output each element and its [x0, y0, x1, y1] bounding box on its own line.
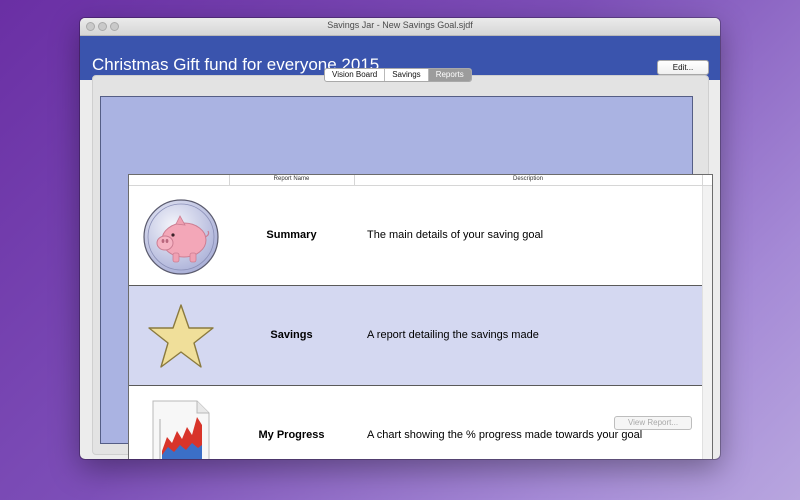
- view-report-button[interactable]: View Report...: [614, 416, 692, 430]
- table-header: Report Name Description: [129, 175, 712, 186]
- report-name: Savings: [270, 329, 313, 341]
- report-description: A report detailing the savings made: [367, 329, 539, 341]
- window-title: Savings Jar - New Savings Goal.sjdf: [327, 20, 473, 30]
- column-divider: [702, 175, 703, 185]
- column-divider: [229, 175, 230, 185]
- tab-reports[interactable]: Reports: [428, 69, 471, 81]
- piggy-bank-icon: [143, 199, 219, 275]
- column-description[interactable]: Description: [354, 176, 702, 182]
- report-name: My Progress: [258, 429, 325, 441]
- report-name: Summary: [266, 229, 317, 241]
- reports-frame: Report Name Description Summary The main…: [100, 96, 713, 459]
- table-row-selected[interactable]: Savings A report detailing the savings m…: [129, 286, 702, 386]
- edit-button[interactable]: Edit...: [657, 60, 709, 75]
- report-description: A chart showing the % progress made towa…: [367, 429, 643, 441]
- table-row[interactable]: Summary The main details of your saving …: [129, 186, 702, 286]
- tab-vision-board[interactable]: Vision Board: [325, 69, 386, 81]
- app-window: Savings Jar - New Savings Goal.sjdf Chri…: [80, 18, 720, 459]
- column-report-name[interactable]: Report Name: [229, 176, 354, 182]
- view-tabs: Vision Board Savings Reports: [324, 68, 472, 82]
- vertical-scrollbar[interactable]: [702, 186, 712, 459]
- title-bar[interactable]: Savings Jar - New Savings Goal.sjdf: [80, 18, 720, 36]
- chart-document-icon: [143, 399, 219, 459]
- star-icon: [143, 299, 219, 375]
- tab-savings[interactable]: Savings: [385, 69, 429, 81]
- report-description: The main details of your saving goal: [367, 229, 544, 241]
